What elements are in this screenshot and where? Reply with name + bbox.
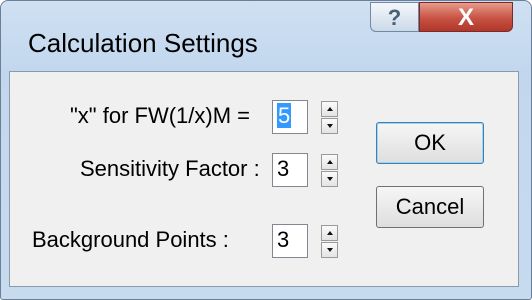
cancel-button[interactable]: Cancel — [376, 186, 484, 228]
background-points-label: Background Points : — [32, 227, 229, 252]
sensitivity-increment-button[interactable] — [321, 154, 338, 170]
sensitivity-decrement-button[interactable] — [321, 171, 338, 187]
fwxm-input[interactable]: 5 — [272, 100, 308, 134]
calculation-settings-dialog: Calculation Settings ? X "x" for FW(1/x)… — [0, 0, 532, 300]
background-points-input[interactable]: 3 — [272, 224, 308, 258]
help-icon: ? — [387, 5, 402, 30]
sensitivity-factor-label: Sensitivity Factor : — [80, 156, 260, 181]
fwxm-spinner[interactable] — [321, 101, 338, 134]
fwxm-increment-button[interactable] — [321, 101, 338, 117]
background-increment-button[interactable] — [321, 225, 338, 241]
window-title: Calculation Settings — [28, 28, 258, 58]
close-button[interactable]: X — [419, 2, 513, 32]
dialog-body: "x" for FW(1/x)M = 5 Sensitivity Factor … — [9, 71, 519, 287]
ok-button[interactable]: OK — [376, 122, 484, 164]
fwxm-decrement-button[interactable] — [321, 118, 338, 134]
background-points-spinner[interactable] — [321, 225, 338, 258]
sensitivity-factor-input[interactable]: 3 — [272, 153, 308, 187]
sensitivity-factor-spinner[interactable] — [321, 154, 338, 187]
fwxm-label: "x" for FW(1/x)M = — [70, 103, 251, 128]
close-icon: X — [457, 4, 474, 31]
background-decrement-button[interactable] — [321, 242, 338, 258]
help-button[interactable]: ? — [370, 2, 419, 32]
